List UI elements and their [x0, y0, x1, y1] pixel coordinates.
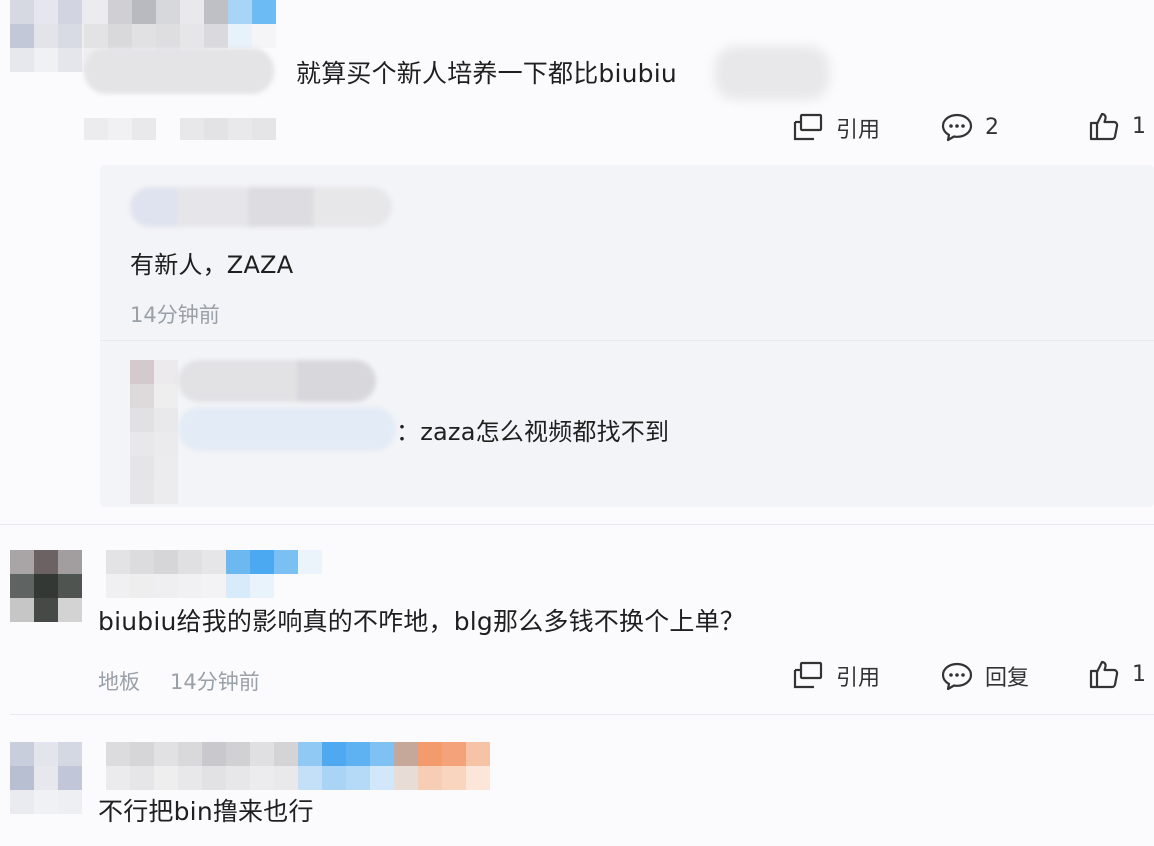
comment-text: 不行把bin撸来也行: [98, 797, 314, 826]
reply-1-text: 有新人，ZAZA: [130, 251, 294, 279]
avatar[interactable]: [10, 550, 82, 622]
comment-time: 14分钟前: [170, 670, 260, 694]
reply-2-mention-redacted[interactable]: [178, 407, 396, 451]
reply-count: 2: [985, 114, 999, 140]
reply-2-text: ：zaza怎么视频都找不到: [396, 418, 670, 446]
comment-text: biubiu给我的影响真的不咋地，blg那么多钱不换个上单？: [98, 607, 746, 636]
reply-username-redacted[interactable]: [130, 187, 392, 227]
thumbs-up-icon: [1089, 660, 1119, 689]
quote-icon: [793, 113, 823, 141]
reply-label: 回复: [985, 666, 1030, 691]
like-count: 1: [1132, 661, 1146, 687]
comment-divider: [10, 714, 1154, 715]
like-count: 1: [1132, 113, 1146, 139]
floor-label: 地板: [98, 670, 140, 694]
reply-2-username-redacted[interactable]: [178, 360, 376, 402]
avatar[interactable]: [10, 742, 82, 814]
meta-redacted: [84, 118, 276, 140]
replies-box: 有新人，ZAZA 14分钟前 ：zaza怎么视频都找不到: [100, 165, 1154, 507]
reply-button[interactable]: 2: [941, 112, 999, 142]
reply-2-avatar[interactable]: [130, 360, 178, 504]
like-button[interactable]: 1: [1088, 658, 1146, 690]
username-redacted[interactable]: [106, 742, 490, 790]
quote-icon: [793, 661, 823, 689]
username-redacted-fade: [84, 48, 274, 94]
comment-divider: [0, 524, 1154, 525]
comment-bubble-icon: [941, 113, 973, 142]
reply-button[interactable]: 回复: [941, 660, 1029, 692]
reply-divider: [100, 340, 1154, 341]
quote-label: 引用: [836, 666, 881, 691]
redacted-name-blur: [714, 46, 830, 100]
quote-button[interactable]: 引用: [792, 112, 880, 144]
comment-bubble-icon: [941, 662, 973, 691]
quote-label: 引用: [836, 118, 881, 143]
like-button[interactable]: 1: [1088, 110, 1146, 142]
quote-button[interactable]: 引用: [792, 660, 880, 692]
username-redacted[interactable]: [106, 550, 322, 598]
reply-1-time: 14分钟前: [130, 303, 220, 327]
thumbs-up-icon: [1089, 112, 1119, 141]
